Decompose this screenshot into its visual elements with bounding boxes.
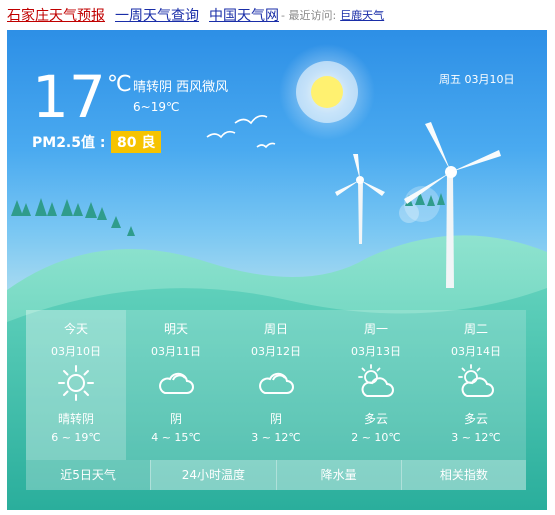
- forecast-panel: 今天 03月10日 晴转阴 6 ~ 19℃ 明天 03月11日 阴 4 ~ 15…: [26, 310, 526, 490]
- recent-city-link[interactable]: 巨鹿天气: [340, 7, 384, 23]
- cloud-icon: [159, 372, 194, 394]
- tab-precipitation[interactable]: 降水量: [275, 460, 401, 490]
- weather-cn-link[interactable]: 中国天气网: [209, 5, 279, 25]
- birds-icon: [206, 115, 276, 149]
- sun-icon: [279, 44, 375, 140]
- forecast-condition: 晴转阴: [57, 412, 94, 426]
- forecast-temp: 3 ~ 12℃: [251, 431, 301, 444]
- forecast-day-4[interactable]: 周一 03月13日 多云 2 ~ 10℃: [326, 310, 426, 460]
- partly-cloudy-icon: [358, 364, 394, 397]
- forecast-day-name: 今天: [63, 322, 88, 336]
- cloud-icon: [259, 372, 294, 394]
- forecast-condition: 阴: [269, 412, 282, 426]
- tab-24-hour-temperature[interactable]: 24小时温度: [150, 460, 276, 490]
- forecast-day-3[interactable]: 周日 03月12日 阴 3 ~ 12℃: [226, 310, 326, 460]
- forecast-condition: 多云: [363, 412, 388, 426]
- forecast-day-2[interactable]: 明天 03月11日 阴 4 ~ 15℃: [126, 310, 226, 460]
- forecast-temp: 6 ~ 19℃: [51, 431, 101, 444]
- aqi-badge: 80 良: [111, 131, 162, 153]
- forecast-date: 03月13日: [351, 345, 401, 358]
- forecast-date: 03月11日: [151, 345, 201, 358]
- forecast-temp: 3 ~ 12℃: [451, 431, 501, 444]
- forecast-day-name: 周二: [463, 322, 488, 336]
- forecast-temp: 2 ~ 10℃: [351, 431, 401, 444]
- recent-visits-label: - 最近访问:: [281, 9, 337, 22]
- today-temperature-range: 6~19℃: [133, 100, 180, 114]
- forecast-day-name: 明天: [163, 322, 188, 336]
- forecast-temp: 4 ~ 15℃: [151, 431, 201, 444]
- tab-5-day-weather[interactable]: 近5日天气: [26, 460, 151, 490]
- forecast-tabs: 近5日天气 24小时温度 降水量 相关指数: [26, 460, 526, 490]
- forecast-date: 03月12日: [251, 345, 301, 358]
- sun-icon: [58, 365, 94, 401]
- weather-widget: 17 ℃ 晴转阴 西风微风 6~19℃ PM2.5值 : 80 良 周五 03月…: [7, 30, 547, 510]
- forecast-day-name: 周日: [263, 322, 288, 336]
- tab-related-indices[interactable]: 相关指数: [400, 460, 526, 490]
- partly-cloudy-icon: [458, 364, 494, 397]
- tree-row-left: [11, 198, 135, 236]
- local-forecast-link[interactable]: 石家庄天气预报: [7, 5, 105, 25]
- pm25-label: PM2.5值 :: [32, 135, 106, 151]
- current-temperature: 17: [32, 63, 106, 131]
- forecast-condition: 多云: [463, 412, 488, 426]
- current-date: 周五 03月10日: [439, 73, 515, 86]
- forecast-day-today[interactable]: 今天 03月10日 晴转阴 6 ~ 19℃: [26, 310, 126, 460]
- week-forecast-link[interactable]: 一周天气查询: [115, 5, 199, 25]
- forecast-date: 03月14日: [451, 345, 501, 358]
- forecast-day-5[interactable]: 周二 03月14日 多云 3 ~ 12℃: [426, 310, 526, 460]
- forecast-condition: 阴: [169, 412, 182, 426]
- wind-turbine-small-icon: [335, 154, 385, 244]
- current-condition: 晴转阴 西风微风: [133, 80, 229, 95]
- forecast-day-name: 周一: [363, 322, 388, 336]
- top-link-bar: 石家庄天气预报 一周天气查询 中国天气网 - 最近访问: 巨鹿天气: [0, 0, 555, 30]
- forecast-date: 03月10日: [51, 345, 101, 358]
- temperature-unit: ℃: [107, 72, 132, 97]
